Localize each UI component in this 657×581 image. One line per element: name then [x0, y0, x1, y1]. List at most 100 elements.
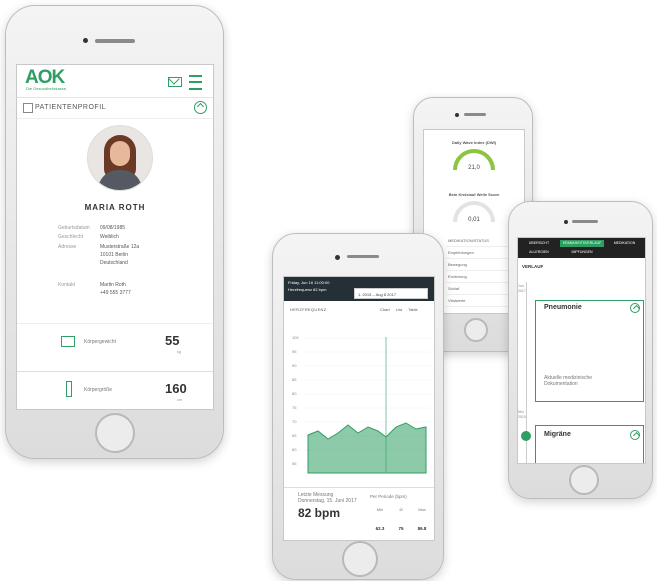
condition-icon [521, 431, 531, 441]
stat-value: 75 [398, 526, 404, 531]
height-value: 160 [165, 381, 187, 396]
speaker [464, 113, 486, 116]
info-value: 09/08/1985 [100, 225, 126, 231]
y-tick-label: 100 [292, 335, 299, 340]
tab-overview[interactable]: ÜBERSICHT [520, 240, 558, 247]
info-value: Weiblich [100, 234, 119, 240]
date-range-select[interactable]: 1. 2015 – Aug 8 2017 [354, 288, 428, 299]
expand-chevron-icon[interactable] [630, 430, 640, 440]
y-tick-label: 95 [292, 349, 297, 354]
tab-vaccinations[interactable]: IMPFUNGEN [560, 249, 604, 256]
weight-label: Körpergewicht [84, 339, 116, 345]
menu-icon[interactable] [189, 75, 202, 90]
y-tick-label: 80 [292, 391, 297, 396]
info-row: Geburtsdatum 09/08/1985 [58, 225, 125, 231]
summary-row: Letzte Messung Donnerstag, 15. Juni 2017… [284, 487, 434, 540]
tab-allergies[interactable]: ALLERGIEN [520, 249, 558, 256]
stat-label: Ø [399, 507, 403, 512]
y-tick-label: 75 [292, 405, 297, 410]
profile-screen: AOK Die Gesundheitskasse. PATIENTENPROFI… [16, 64, 214, 410]
weight-value: 55 [165, 333, 180, 348]
info-value: Deutschland [100, 260, 128, 266]
chart-title: HERZFREQUENZ [290, 307, 327, 312]
y-tick-label: 60 [292, 447, 297, 452]
height-card[interactable]: Körpergröße 160 cm [17, 371, 213, 409]
timeline-date: Mrz [518, 410, 524, 414]
info-row: Kontakt Martin Roth [58, 282, 126, 288]
info-value: 10101 Berlin [100, 252, 129, 258]
mail-icon[interactable] [168, 77, 182, 87]
info-value: Musterstraße 12a [100, 244, 140, 250]
y-tick-label: 90 [292, 363, 297, 368]
height-icon [66, 381, 72, 397]
gauge-title: Bein Kreislauf Welle Score [448, 192, 500, 197]
latest-date: Donnerstag, 15. Juni 2017 [298, 498, 357, 504]
home-button[interactable] [464, 318, 488, 342]
view-options: Chart List Table [380, 307, 423, 312]
app-header: AOK Die Gesundheitskasse. [17, 65, 213, 98]
profile-card-icon [23, 103, 33, 113]
info-value: +49 555 3777 [100, 290, 131, 296]
home-button[interactable] [95, 413, 135, 453]
patient-name: MARIA ROTH [84, 203, 146, 212]
info-row: Geschlecht Weiblich [58, 234, 119, 240]
history-screen: ÜBERSICHT KRANKHEITSVERLAUF MEDIKATION A… [517, 237, 646, 464]
heart-rate-area [307, 422, 427, 474]
latest-bpm: 82 bpm [298, 506, 341, 520]
phone-heart-rate: Friday, Jun 16 11:00:00 Herzfrequenz 82 … [272, 233, 444, 580]
section-title: PATIENTENPROFIL [35, 104, 107, 111]
heart-rate-screen: Friday, Jun 16 11:00:00 Herzfrequenz 82 … [283, 276, 435, 541]
card-title: Pneumonie [544, 304, 582, 311]
camera [455, 113, 459, 117]
stat-value: 86.8 [417, 526, 427, 531]
y-tick-label: 55 [292, 461, 297, 466]
tooltip-date: Friday, Jun 16 11:00:00 [288, 280, 330, 285]
info-label: Geschlecht [58, 234, 84, 240]
info-row: Adresse Musterstraße 12a [58, 244, 139, 250]
section-heading: VERLAUF [522, 264, 544, 269]
tab-bar: ÜBERSICHT KRANKHEITSVERLAUF MEDIKATION A… [518, 238, 645, 258]
collapse-chevron-icon[interactable] [194, 101, 207, 114]
history-card-migraine[interactable]: Migräne [535, 425, 644, 463]
scale-icon [61, 336, 75, 347]
timeline-date: Jun [518, 284, 524, 288]
option-chart[interactable]: Chart [380, 307, 390, 312]
stat-label: Max [418, 507, 426, 512]
camera [335, 255, 340, 260]
tab-medication[interactable]: MEDIKATION [606, 240, 643, 247]
documentation-link[interactable]: Aktuelle medizinische Dokumentation [544, 375, 624, 387]
y-tick-label: 70 [292, 419, 297, 424]
info-value: Martin Roth [100, 282, 126, 288]
y-tick-label: 65 [292, 433, 297, 438]
patient-profile-section[interactable]: PATIENTENPROFIL [17, 98, 213, 119]
heart-rate-chart: 100 95 90 85 80 75 70 65 60 55 [292, 335, 430, 474]
y-tick-label: 85 [292, 377, 297, 382]
home-button[interactable] [342, 541, 378, 577]
stat-label: Min [376, 507, 384, 512]
camera [83, 38, 88, 43]
phone-history: ÜBERSICHT KRANKHEITSVERLAUF MEDIKATION A… [508, 201, 653, 499]
gauge-title: Daily Wave Index (DWI) [451, 140, 497, 145]
expand-chevron-icon[interactable] [630, 303, 640, 313]
history-card-pneumonia[interactable]: Pneumonie Aktuelle medizinische Dokument… [535, 300, 644, 402]
info-label: Geburtsdatum [58, 225, 90, 231]
info-label: Kontakt [58, 282, 75, 288]
home-button[interactable] [569, 465, 599, 495]
avatar [87, 125, 153, 191]
gauge-value: 21,0 [468, 165, 480, 171]
tab-history[interactable]: KRANKHEITSVERLAUF [560, 240, 604, 247]
speaker [347, 255, 379, 258]
stat-value: 62.3 [375, 526, 385, 531]
option-table[interactable]: Table [408, 307, 418, 312]
camera [564, 220, 568, 224]
height-unit: cm [177, 397, 183, 402]
speaker [95, 39, 135, 43]
speaker [572, 220, 598, 223]
logo-subtitle: Die Gesundheitskasse. [26, 86, 68, 91]
option-list[interactable]: List [396, 307, 402, 312]
info-label: Adresse [58, 244, 77, 250]
phone-patient-profile: AOK Die Gesundheitskasse. PATIENTENPROFI… [5, 5, 224, 459]
card-title: Migräne [544, 431, 571, 438]
weight-card[interactable]: Körpergewicht 55 kg [17, 323, 213, 362]
timeline-year: 2017 [518, 289, 526, 293]
